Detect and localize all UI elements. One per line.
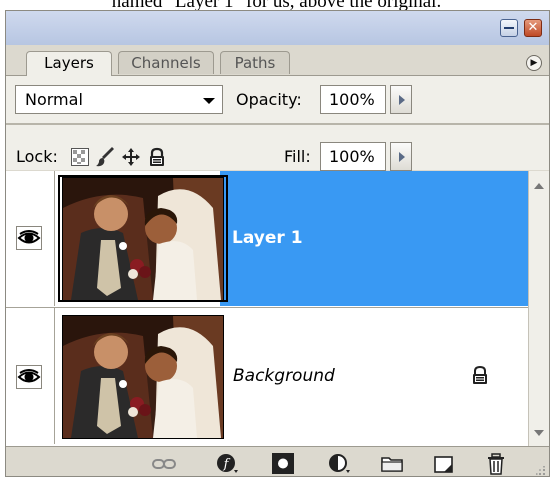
layer-style-icon[interactable]: f [216, 453, 240, 475]
layer-mask-icon[interactable] [271, 453, 295, 475]
visibility-column [6, 308, 55, 444]
layer-lock-icon [473, 365, 487, 384]
new-layer-icon[interactable] [432, 453, 456, 475]
wedding-photo-thumbnail [63, 316, 223, 438]
lock-all-padlock-icon[interactable] [147, 147, 167, 167]
visibility-toggle[interactable] [16, 365, 42, 389]
layer-row-background[interactable]: Background [6, 307, 528, 444]
dropdown-arrow-icon [203, 98, 215, 104]
minimize-button[interactable] [500, 19, 518, 37]
lock-transparent-icon[interactable] [70, 147, 90, 167]
visibility-column [6, 171, 55, 306]
layer-thumbnail[interactable] [62, 315, 224, 439]
scroll-up-icon[interactable] [534, 183, 544, 189]
layers-bottom-toolbar: f [6, 446, 549, 476]
lock-position-move-icon[interactable] [121, 147, 141, 167]
layer-name[interactable]: Background [233, 366, 335, 386]
adjustment-layer-icon[interactable] [328, 453, 352, 475]
delete-trash-icon[interactable] [484, 453, 508, 475]
lock-image-brush-icon[interactable] [96, 147, 116, 167]
wedding-photo-thumbnail [63, 178, 223, 300]
tab-channels[interactable]: Channels [118, 51, 214, 74]
layer-options: Normal Opacity: 100% Lock: Fill: 100% [6, 76, 549, 171]
opacity-input[interactable]: 100% [320, 85, 386, 114]
panel-titlebar[interactable]: ✕ [6, 11, 549, 46]
fill-slider-button[interactable] [390, 142, 412, 171]
blend-mode-value: Normal [25, 90, 83, 109]
tab-paths[interactable]: Paths [220, 51, 290, 74]
layers-panel: ✕ Channels Paths Layers ▶ Normal Opacity… [5, 10, 550, 477]
layer-row-layer-1[interactable]: Layer 1 [6, 171, 528, 306]
eye-icon [17, 230, 41, 244]
scroll-down-icon[interactable] [534, 430, 544, 436]
visibility-toggle[interactable] [16, 226, 42, 250]
options-divider [6, 123, 549, 125]
blend-mode-select[interactable]: Normal [15, 85, 223, 114]
close-button[interactable]: ✕ [524, 19, 542, 37]
panel-tabs: Channels Paths Layers ▶ [6, 45, 549, 76]
new-group-folder-icon[interactable] [380, 453, 404, 475]
layers-list: Layer 1 Background [6, 171, 528, 446]
tab-layers[interactable]: Layers [26, 51, 112, 76]
opacity-slider-button[interactable] [390, 85, 412, 114]
layer-name[interactable]: Layer 1 [232, 228, 303, 248]
layer-thumbnail[interactable] [62, 177, 224, 301]
link-layers-icon[interactable] [152, 453, 176, 475]
opacity-label: Opacity: [236, 90, 302, 109]
resize-grip-icon[interactable] [536, 466, 546, 476]
layers-scrollbar[interactable] [528, 171, 549, 446]
lock-label: Lock: [16, 147, 58, 166]
eye-icon [17, 369, 41, 383]
flyout-menu-icon[interactable]: ▶ [526, 55, 542, 71]
fill-input[interactable]: 100% [320, 142, 386, 171]
fill-label: Fill: [284, 147, 311, 166]
